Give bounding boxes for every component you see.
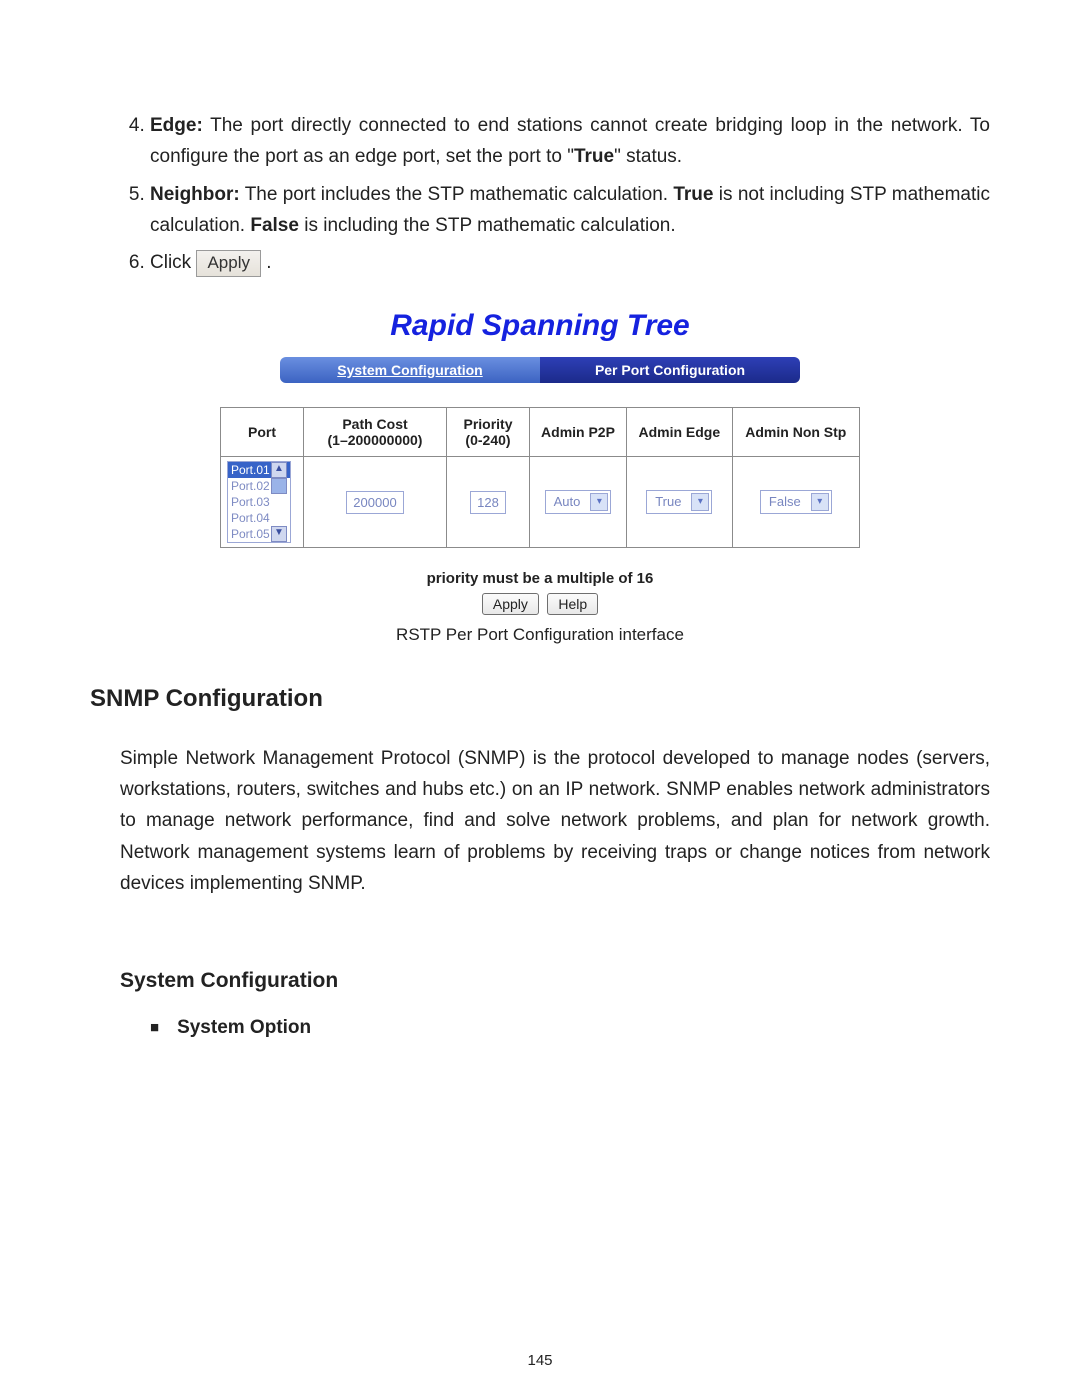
figure-caption: RSTP Per Port Configuration interface (90, 625, 990, 645)
snmp-heading: SNMP Configuration (90, 685, 990, 713)
priority-input[interactable]: 128 (470, 491, 506, 514)
system-option-item: System Option (150, 1017, 990, 1039)
chevron-down-icon: ▾ (590, 493, 608, 511)
config-table: Port Path Cost (1–200000000) Priority (0… (220, 407, 860, 548)
apply-button[interactable]: Apply (482, 593, 539, 615)
scroll-thumb[interactable] (271, 478, 287, 494)
tab-system-configuration[interactable]: System Configuration (280, 357, 540, 383)
system-configuration-heading: System Configuration (120, 969, 990, 993)
ui-title: Rapid Spanning Tree (220, 309, 860, 343)
help-button[interactable]: Help (547, 593, 598, 615)
table-row: Port.01▲ Port.02 Port.03 Port.04 Port.05… (221, 456, 860, 547)
list-item: Port.04 (228, 510, 290, 526)
page-number: 145 (0, 1352, 1080, 1369)
th-admin-nonstp: Admin Non Stp (732, 407, 859, 456)
instruction-list: Edge: The port directly connected to end… (90, 110, 990, 279)
list-item: Port.05▼ (228, 526, 290, 542)
edge-label: Edge: (150, 115, 203, 136)
admin-edge-select[interactable]: True ▾ (646, 490, 712, 514)
list-item: Port.01▲ (228, 462, 290, 478)
scroll-down-icon[interactable]: ▼ (271, 526, 287, 542)
inline-apply-button: Apply (196, 250, 261, 277)
tab-per-port-configuration[interactable]: Per Port Configuration (540, 357, 800, 383)
instruction-item-6: Click Apply . (150, 247, 990, 278)
snmp-body: Simple Network Management Protocol (SNMP… (120, 743, 990, 900)
chevron-down-icon: ▾ (811, 493, 829, 511)
instruction-item-5: Neighbor: The port includes the STP math… (150, 179, 990, 242)
neighbor-label: Neighbor: (150, 184, 240, 205)
port-select-list[interactable]: Port.01▲ Port.02 Port.03 Port.04 Port.05… (227, 461, 291, 543)
admin-nonstp-select[interactable]: False ▾ (760, 490, 832, 514)
rstp-ui-screenshot: Rapid Spanning Tree System Configuration… (220, 309, 860, 615)
th-priority: Priority (0-240) (447, 407, 530, 456)
th-admin-edge: Admin Edge (626, 407, 732, 456)
th-port: Port (221, 407, 304, 456)
th-admin-p2p: Admin P2P (530, 407, 627, 456)
tab-bar: System Configuration Per Port Configurat… (280, 357, 800, 383)
scroll-up-icon[interactable]: ▲ (271, 462, 287, 478)
th-pathcost: Path Cost (1–200000000) (304, 407, 447, 456)
instruction-item-4: Edge: The port directly connected to end… (150, 110, 990, 173)
chevron-down-icon: ▾ (691, 493, 709, 511)
priority-note: priority must be a multiple of 16 (220, 570, 860, 587)
list-item: Port.03 (228, 494, 290, 510)
pathcost-input[interactable]: 200000 (346, 491, 403, 514)
admin-p2p-select[interactable]: Auto ▾ (545, 490, 612, 514)
list-item: Port.02 (228, 478, 290, 494)
